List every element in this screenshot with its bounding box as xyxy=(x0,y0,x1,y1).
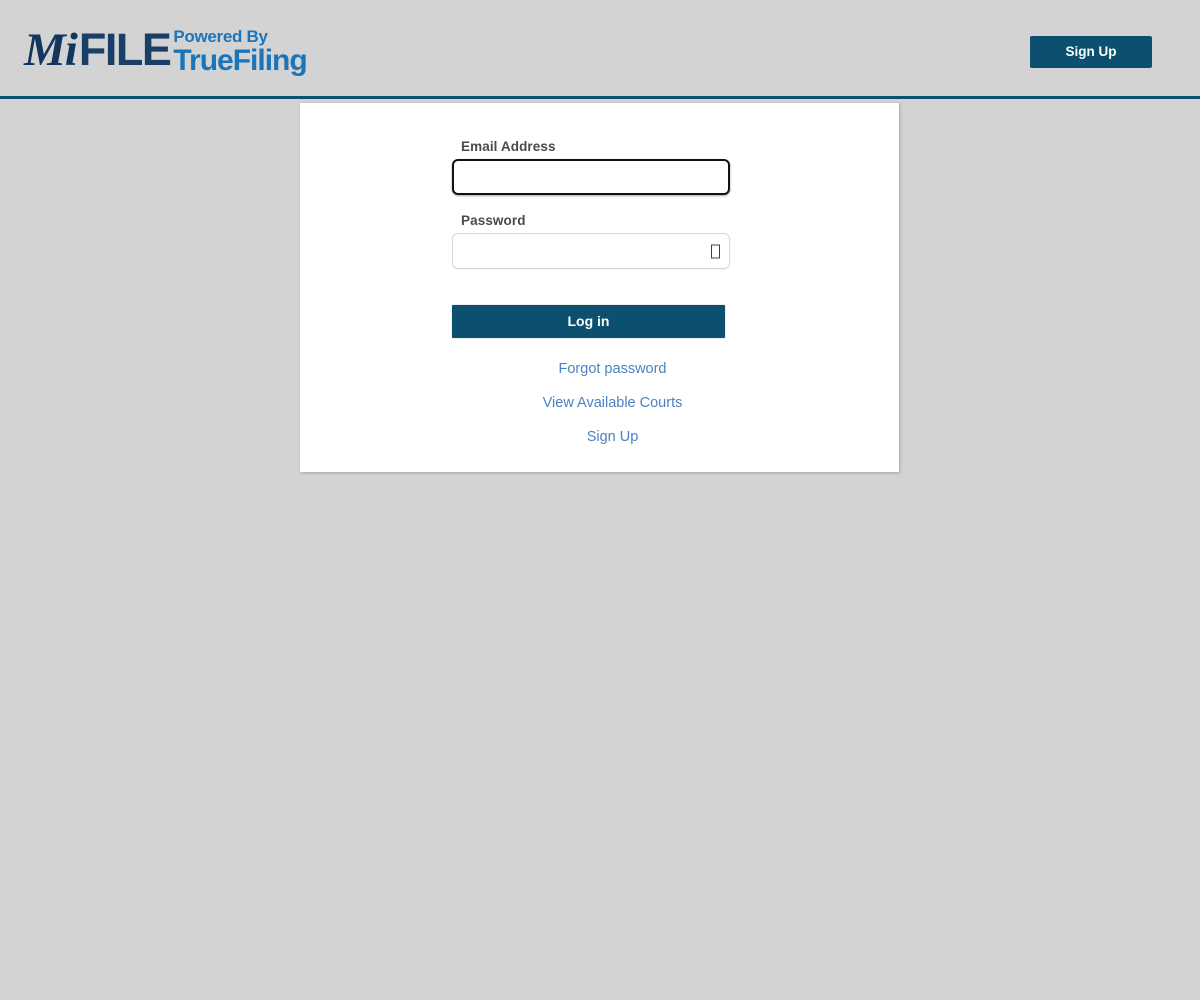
email-label: Email Address xyxy=(461,139,556,154)
signup-link[interactable]: Sign Up xyxy=(587,429,639,445)
logo-file-text: FILE xyxy=(78,24,172,75)
view-courts-row: View Available Courts xyxy=(326,394,899,412)
signup-row: Sign Up xyxy=(326,428,899,446)
logo-truefiling-text: TrueFiling xyxy=(173,44,307,77)
site-header: Mi FILE Powered By TrueFiling Sign Up xyxy=(0,0,1200,96)
login-card: Email Address Password Log in Forgot pas… xyxy=(300,103,899,472)
password-visibility-toggle-eye-icon[interactable] xyxy=(709,243,722,260)
login-links: Forgot password View Available Courts Si… xyxy=(300,360,899,446)
view-available-courts-link[interactable]: View Available Courts xyxy=(543,395,683,411)
forgot-password-row: Forgot password xyxy=(326,360,899,378)
email-input[interactable] xyxy=(452,159,730,195)
page-body: Email Address Password Log in Forgot pas… xyxy=(0,99,1200,1000)
header-signup-button[interactable]: Sign Up xyxy=(1030,36,1152,68)
logo-mi-text: Mi xyxy=(24,24,78,76)
password-label: Password xyxy=(461,213,526,228)
forgot-password-link[interactable]: Forgot password xyxy=(559,361,667,377)
field-spacer xyxy=(300,195,899,213)
password-input-wrapper xyxy=(452,233,730,269)
mifile-logo: Mi FILE Powered By TrueFiling xyxy=(24,24,308,77)
logo-powered-by-text: Powered By xyxy=(173,27,268,46)
missing-glyph-icon xyxy=(711,244,720,258)
password-input[interactable] xyxy=(452,233,730,269)
email-field-group: Email Address xyxy=(452,139,730,195)
login-submit-button[interactable]: Log in xyxy=(452,305,725,338)
card-bottom-padding xyxy=(300,446,899,472)
password-field-group: Password xyxy=(452,213,730,269)
login-form: Email Address Password Log in Forgot pas… xyxy=(300,103,899,472)
logo-tagline: Powered By TrueFiling xyxy=(173,27,307,77)
